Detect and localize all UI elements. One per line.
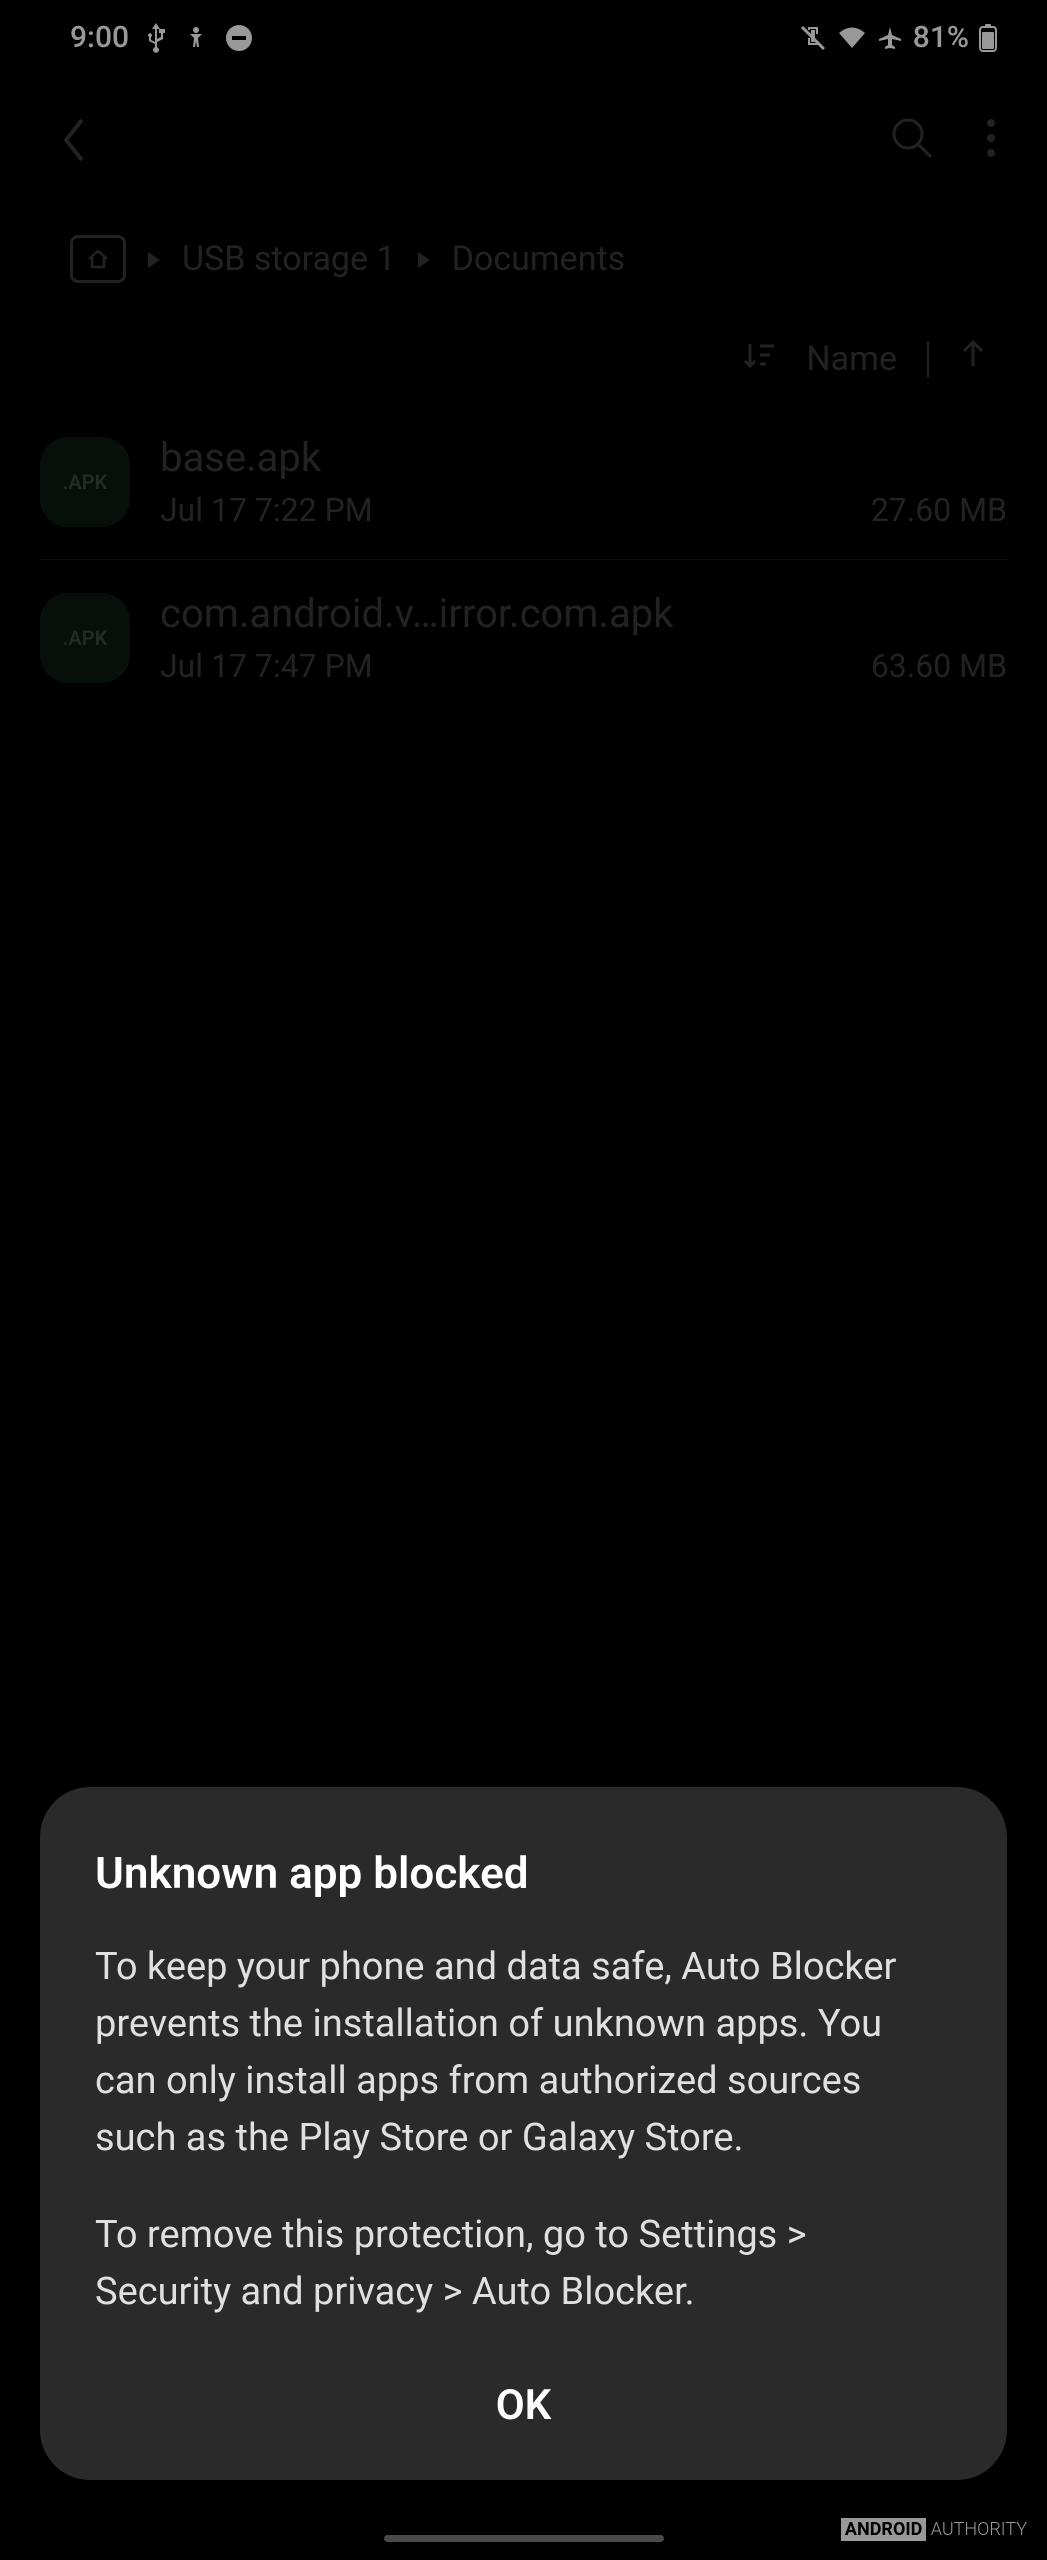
- dialog-title: Unknown app blocked: [95, 1847, 952, 1899]
- dialog: Unknown app blocked To keep your phone a…: [40, 1787, 1007, 2480]
- nav-handle[interactable]: [384, 2535, 664, 2542]
- dialog-overlay: Unknown app blocked To keep your phone a…: [0, 0, 1047, 2560]
- ok-button[interactable]: OK: [95, 2381, 952, 2430]
- dialog-body: To keep your phone and data safe, Auto B…: [95, 1939, 952, 2321]
- watermark: ANDROID AUTHORITY: [841, 2519, 1027, 2540]
